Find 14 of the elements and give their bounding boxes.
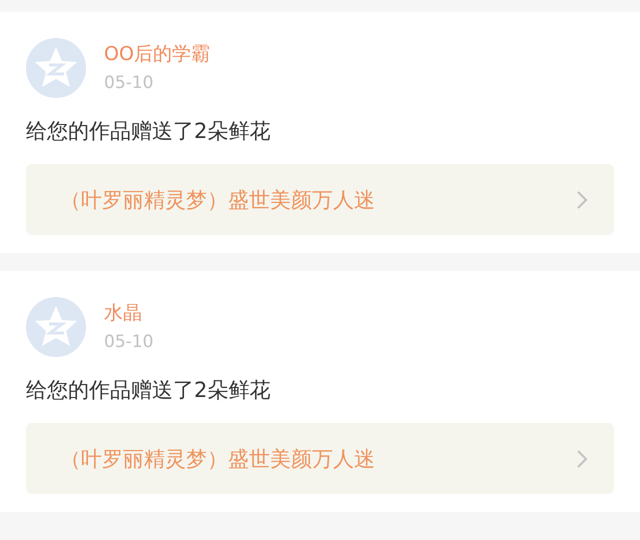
work-link[interactable]: （叶罗丽精灵梦）盛世美颜万人迷 (26, 164, 614, 235)
user-name[interactable]: OO后的学霸 (104, 42, 210, 66)
avatar-icon[interactable] (26, 297, 86, 357)
chevron-right-icon (576, 190, 588, 210)
message-text: 给您的作品赠送了2朵鲜花 (26, 118, 272, 145)
date: 05-10 (104, 72, 154, 94)
user-name[interactable]: 水晶 (104, 301, 154, 325)
work-title[interactable]: （叶罗丽精灵梦）盛世美颜万人迷 (60, 186, 375, 214)
date: 05-10 (104, 331, 154, 353)
work-link[interactable]: （叶罗丽精灵梦）盛世美颜万人迷 (26, 423, 614, 494)
chevron-right-icon (576, 448, 588, 468)
avatar-icon[interactable] (26, 38, 86, 98)
message-text: 给您的作品赠送了2朵鲜花 (26, 377, 272, 404)
work-title[interactable]: （叶罗丽精灵梦）盛世美颜万人迷 (60, 444, 375, 472)
